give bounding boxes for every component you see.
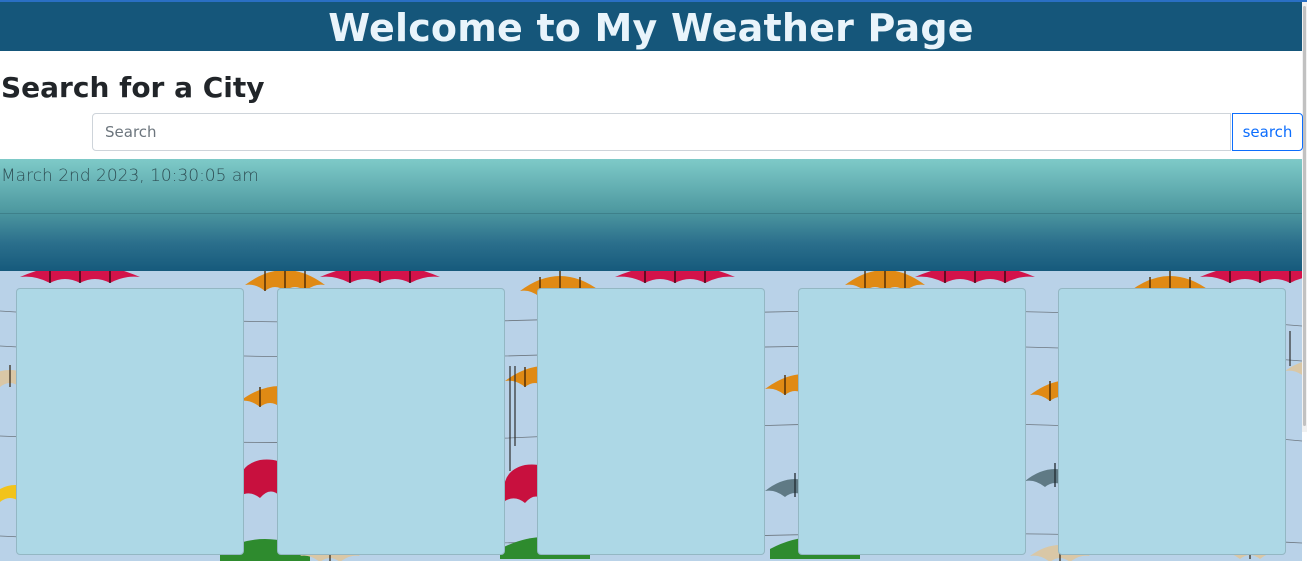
current-panel-divider (0, 213, 1302, 214)
current-datetime: March 2nd 2023, 10:30:05 am (1, 166, 259, 186)
page-header: Welcome to My Weather Page (0, 2, 1302, 51)
forecast-card (16, 288, 244, 555)
search-button[interactable]: search (1232, 113, 1303, 151)
weather-page: Welcome to My Weather Page Search for a … (0, 0, 1307, 561)
forecast-card (277, 288, 505, 555)
scrollbar[interactable] (1302, 2, 1307, 432)
forecast-card (537, 288, 765, 555)
forecast-card (798, 288, 1026, 555)
scrollbar-thumb[interactable] (1303, 6, 1306, 426)
forecast-card (1058, 288, 1286, 555)
current-weather-panel: March 2nd 2023, 10:30:05 am (0, 159, 1302, 271)
page-title: Welcome to My Weather Page (328, 6, 974, 50)
city-search-input[interactable] (92, 113, 1231, 151)
search-heading: Search for a City (1, 71, 265, 104)
forecast-section (0, 271, 1302, 561)
